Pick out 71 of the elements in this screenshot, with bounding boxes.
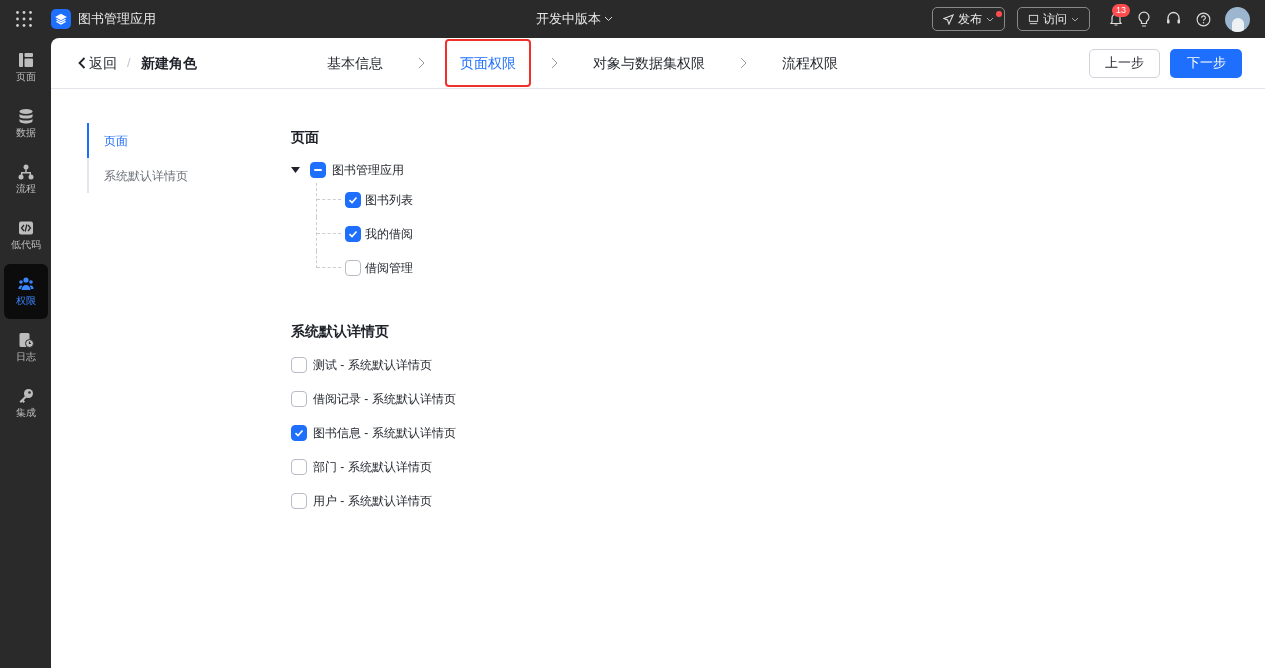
chevron-down-icon (986, 16, 994, 22)
step-tab[interactable]: 对象与数据集权限 (578, 39, 721, 87)
checkbox-label: 图书信息 - 系统默认详情页 (313, 425, 456, 442)
step-tab[interactable]: 流程权限 (767, 39, 854, 87)
checkbox[interactable] (291, 357, 307, 373)
step-tab[interactable]: 页面权限 (445, 39, 532, 87)
headset-icon[interactable] (1166, 11, 1181, 27)
minus-icon (314, 169, 322, 171)
checkbox-label: 用户 - 系统默认详情页 (313, 493, 432, 510)
hierarchy-icon (17, 164, 34, 180)
help-icon[interactable] (1196, 11, 1211, 27)
chevron-down-icon (1071, 16, 1079, 22)
anchor-link[interactable]: 页面 (87, 123, 291, 158)
tree-node-label: 借阅管理 (365, 260, 413, 277)
chevron-right-icon (740, 57, 748, 69)
checkbox[interactable] (291, 459, 307, 475)
anchor-link[interactable]: 系统默认详情页 (87, 158, 291, 193)
visit-button[interactable]: 访问 (1017, 7, 1090, 31)
chevron-right-icon (551, 57, 559, 69)
check-icon (348, 195, 358, 205)
chevron-right-icon (418, 57, 426, 69)
checkbox[interactable] (291, 493, 307, 509)
key-icon (17, 388, 34, 404)
expand-toggle[interactable] (291, 166, 301, 174)
caret-down-icon (291, 166, 300, 174)
app-name: 图书管理应用 (78, 10, 156, 29)
notification-badge: 13 (1112, 4, 1130, 17)
step-tab[interactable]: 基本信息 (312, 39, 399, 87)
checkbox[interactable] (345, 226, 361, 242)
checkbox-label: 借阅记录 - 系统默认详情页 (313, 391, 456, 408)
checkbox[interactable] (345, 260, 361, 276)
chevron-left-icon (78, 57, 86, 69)
tree-node-label: 我的借阅 (365, 226, 413, 243)
back-link[interactable]: 返回 (78, 52, 117, 74)
checkbox[interactable] (291, 391, 307, 407)
checkbox[interactable] (310, 162, 326, 178)
rail-item[interactable]: 集成 (3, 376, 48, 431)
rail-item[interactable]: 数据 (3, 96, 48, 151)
app-grid-icon[interactable] (16, 11, 32, 27)
publish-button[interactable]: 发布 (932, 7, 1005, 31)
checkbox[interactable] (345, 192, 361, 208)
lightbulb-icon[interactable] (1137, 11, 1151, 27)
tree-node-label: 图书管理应用 (332, 162, 404, 179)
next-step-button[interactable]: 下一步 (1170, 48, 1242, 78)
version-dropdown[interactable]: 开发中版本 (535, 9, 613, 29)
rail-item[interactable]: 流程 (3, 152, 48, 207)
section-title: 系统默认详情页 (291, 322, 390, 341)
rail-item[interactable]: 日志 (3, 320, 48, 375)
users-icon (17, 276, 34, 292)
rail-item[interactable]: 权限 (3, 264, 48, 319)
rail-item[interactable]: 页面 (3, 40, 48, 95)
user-avatar[interactable] (1225, 6, 1250, 32)
checkbox-label: 测试 - 系统默认详情页 (313, 357, 432, 374)
app-logo-icon (51, 9, 71, 29)
check-icon (294, 428, 304, 438)
code-icon (17, 220, 34, 236)
tree-node-label: 图书列表 (365, 192, 413, 209)
checkbox-label: 部门 - 系统默认详情页 (313, 459, 432, 476)
monitor-icon (1028, 13, 1039, 25)
page-title: 新建角色 (140, 53, 197, 73)
document-clock-icon (17, 332, 34, 348)
chevron-down-icon (603, 16, 613, 22)
send-icon (943, 13, 954, 25)
section-title: 页面 (291, 128, 320, 147)
previous-step-button[interactable]: 上一步 (1089, 48, 1160, 78)
database-icon (17, 108, 34, 124)
rail-item[interactable]: 低代码 (3, 208, 48, 263)
check-icon (348, 229, 358, 239)
breadcrumb-separator: / (127, 54, 131, 73)
checkbox[interactable] (291, 425, 307, 441)
layout-icon (17, 52, 34, 68)
